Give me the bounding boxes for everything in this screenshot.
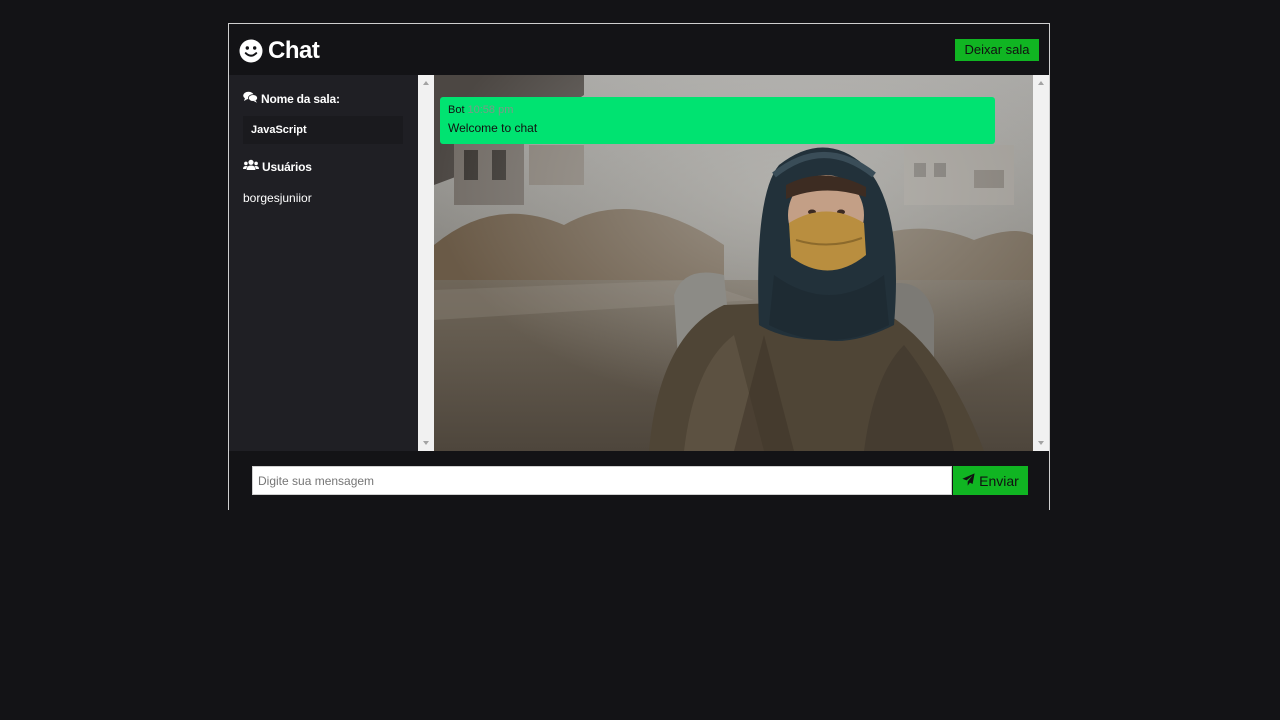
scroll-up-arrow-icon[interactable] (423, 81, 429, 85)
send-button[interactable]: Enviar (953, 466, 1028, 495)
room-name-value: JavaScript (243, 116, 403, 144)
users-icon (243, 159, 262, 174)
leave-room-button[interactable]: Deixar sala (955, 39, 1039, 61)
send-label: Enviar (979, 472, 1019, 489)
smile-icon (239, 39, 263, 63)
users-heading: Usuários (243, 159, 312, 174)
paper-plane-icon (962, 472, 979, 489)
room-name-label: Nome da sala: (261, 91, 340, 106)
scroll-up-arrow-icon[interactable] (1038, 81, 1044, 85)
chat-message: Bot 10:58 pm Welcome to chat (440, 97, 995, 144)
room-name-heading: Nome da sala: (243, 91, 340, 106)
user-list-item: borgesjuniior (243, 191, 312, 205)
sidebar: Nome da sala: JavaScript Usuários borges… (229, 75, 418, 451)
chat-messages-area[interactable]: Bot 10:58 pm Welcome to chat (418, 75, 1049, 451)
scrollbar-right[interactable] (1033, 75, 1049, 451)
users-label: Usuários (262, 159, 312, 174)
message-composer: Enviar (229, 451, 1049, 511)
message-time: 10:58 pm (467, 104, 514, 116)
header: Chat Deixar sala (229, 24, 1049, 75)
message-author: Bot (448, 104, 465, 116)
scroll-down-arrow-icon[interactable] (1038, 441, 1044, 445)
message-meta: Bot 10:58 pm (448, 104, 987, 116)
app-logo: Chat (239, 37, 320, 65)
app-title: Chat (268, 37, 320, 64)
chat-window: Chat Deixar sala Nome da sala: JavaScrip… (228, 23, 1050, 511)
message-text: Welcome to chat (448, 121, 538, 135)
scroll-down-arrow-icon[interactable] (423, 441, 429, 445)
message-input[interactable] (252, 466, 952, 495)
comments-icon (243, 91, 261, 106)
scrollbar-left[interactable] (418, 75, 434, 451)
